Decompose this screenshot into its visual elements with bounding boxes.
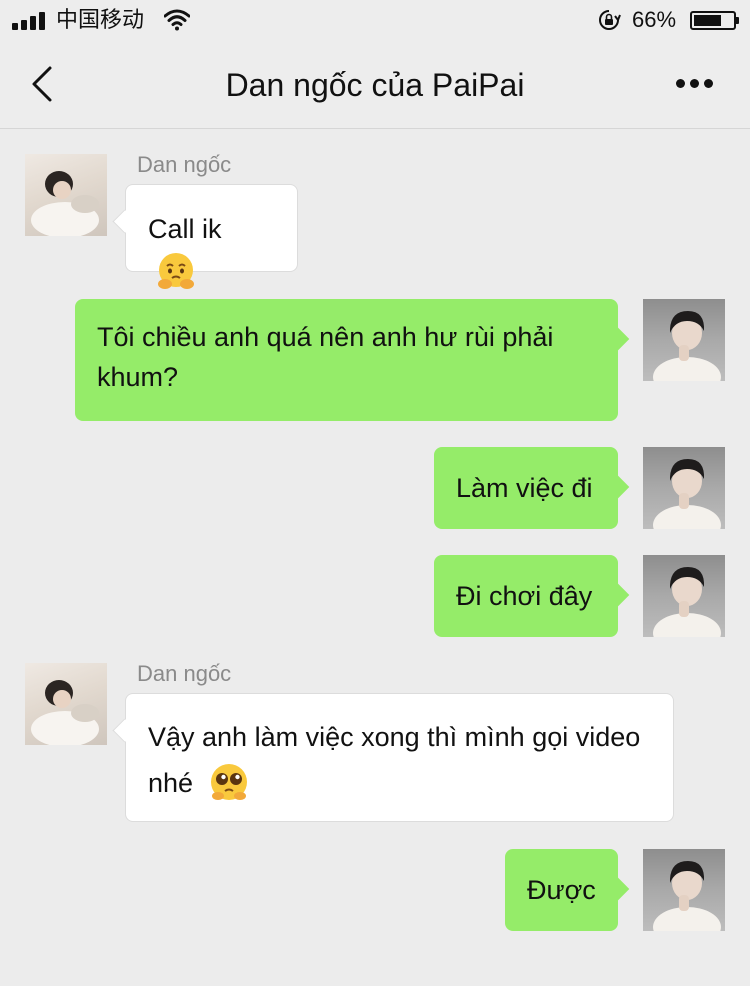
message-bubble[interactable]: Tôi chiều anh quá nên anh hư rùi phải kh… — [75, 299, 618, 421]
message-text: Được — [527, 875, 596, 905]
contact-avatar[interactable] — [25, 154, 107, 236]
wifi-icon — [164, 9, 190, 31]
battery-icon — [690, 11, 739, 30]
message-bubble[interactable]: Đi chơi đây — [434, 555, 618, 637]
my-avatar[interactable] — [643, 447, 725, 529]
pleading-face-with-hands-emoji — [158, 252, 194, 289]
chat-title: Dan ngốc của PaiPai — [225, 67, 525, 103]
my-avatar[interactable] — [643, 849, 725, 931]
message-text: Tôi chiều anh quá nên anh hư rùi phải kh… — [97, 322, 554, 392]
signal-icon — [12, 12, 46, 30]
sender-name: Dan ngốc — [137, 661, 232, 686]
sender-name: Dan ngốc — [137, 152, 232, 177]
carrier-name: 中国移动 — [56, 7, 145, 32]
chat-header: Dan ngốc của PaiPai — [0, 40, 750, 129]
orientation-lock-icon — [599, 10, 621, 30]
my-avatar[interactable] — [643, 555, 725, 637]
pleading-face-emoji — [210, 763, 247, 800]
status-bar: 中国移动 66% — [0, 0, 750, 40]
contact-avatar[interactable] — [25, 663, 107, 745]
message-bubble[interactable]: Được — [505, 849, 618, 931]
message-text: Call ik — [148, 214, 222, 244]
more-icon[interactable] — [674, 76, 714, 90]
message-bubble[interactable]: Làm việc đi — [434, 447, 618, 529]
message-text: Làm việc đi — [456, 473, 593, 503]
message-bubble[interactable]: Vậy anh làm việc xong thì mình gọi video… — [125, 693, 674, 822]
message-bubble[interactable]: Call ik — [125, 184, 298, 289]
message-text: Đi chơi đây — [456, 581, 593, 611]
my-avatar[interactable] — [643, 299, 725, 381]
battery-percent: 66% — [632, 7, 677, 32]
